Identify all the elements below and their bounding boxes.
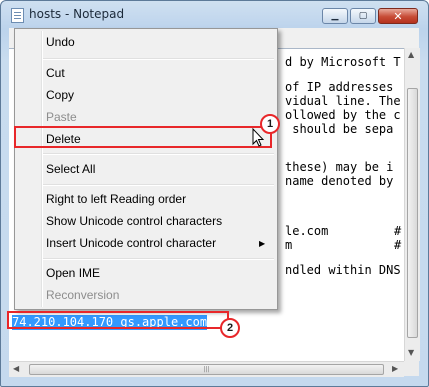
submenu-arrow-icon: ▶ xyxy=(259,239,266,248)
mouse-pointer-icon xyxy=(252,128,265,147)
title-bar[interactable]: hosts - Notepad ▁ ▢ ✕ xyxy=(1,1,428,27)
scroll-left-icon[interactable]: ◀ xyxy=(13,364,19,373)
menu-item-cut[interactable]: Cut xyxy=(46,63,65,83)
code-line: should be sepa xyxy=(285,122,394,136)
menu-separator xyxy=(43,258,274,260)
minimize-button[interactable]: ▁ xyxy=(322,8,348,24)
menu-separator xyxy=(43,184,274,186)
window-title: hosts - Notepad xyxy=(29,7,125,21)
vertical-scrollbar[interactable]: ▲ ▼ xyxy=(404,48,420,361)
menu-separator xyxy=(43,153,274,155)
code-line: ndled within DNS xyxy=(285,263,401,277)
menu-item-rtl-reading-order[interactable]: Right to left Reading order xyxy=(46,189,186,209)
code-line: name denoted by xyxy=(285,174,394,188)
close-button[interactable]: ✕ xyxy=(378,8,418,24)
scroll-right-icon[interactable]: ▶ xyxy=(392,364,398,373)
host-entry-highlight-box xyxy=(7,311,229,329)
resize-grip[interactable] xyxy=(404,361,419,376)
menu-item-reconversion: Reconversion xyxy=(46,288,120,302)
horizontal-scroll-thumb[interactable]: ||| xyxy=(29,364,384,375)
delete-highlight-box xyxy=(14,126,272,148)
menu-item-undo[interactable]: Undo xyxy=(46,32,75,52)
menu-item-open-ime[interactable]: Open IME xyxy=(46,263,100,283)
hash-mark: # xyxy=(394,238,402,252)
menu-item-insert-unicode-control[interactable]: Insert Unicode control character xyxy=(46,233,216,253)
scroll-down-icon[interactable]: ▼ xyxy=(408,348,414,357)
code-line: ollowed by the c xyxy=(285,108,401,122)
menu-item-select-all[interactable]: Select All xyxy=(46,159,95,179)
horizontal-scrollbar[interactable]: ◀ ||| ▶ xyxy=(9,361,404,377)
code-line: m xyxy=(285,238,293,252)
code-line: these) may be i xyxy=(285,160,394,174)
menu-separator xyxy=(43,58,274,60)
notepad-icon xyxy=(11,8,24,23)
scroll-up-icon[interactable]: ▲ xyxy=(408,50,414,59)
menu-item-copy[interactable]: Copy xyxy=(46,85,74,105)
step-badge-2: 2 xyxy=(220,318,240,338)
code-line: vidual line. The xyxy=(285,94,401,108)
menu-item-paste: Paste xyxy=(46,110,77,124)
vertical-scroll-thumb[interactable] xyxy=(407,88,418,338)
menu-item-show-unicode-control[interactable]: Show Unicode control characters xyxy=(46,211,222,231)
code-line: of IP addresses xyxy=(285,80,394,94)
context-menu: Undo Cut Copy Paste Delete Select All Ri… xyxy=(14,28,278,310)
hash-mark: # xyxy=(394,224,402,238)
code-line: le.com xyxy=(285,224,329,238)
maximize-button[interactable]: ▢ xyxy=(350,8,376,24)
code-line: d by Microsoft T xyxy=(285,55,401,69)
